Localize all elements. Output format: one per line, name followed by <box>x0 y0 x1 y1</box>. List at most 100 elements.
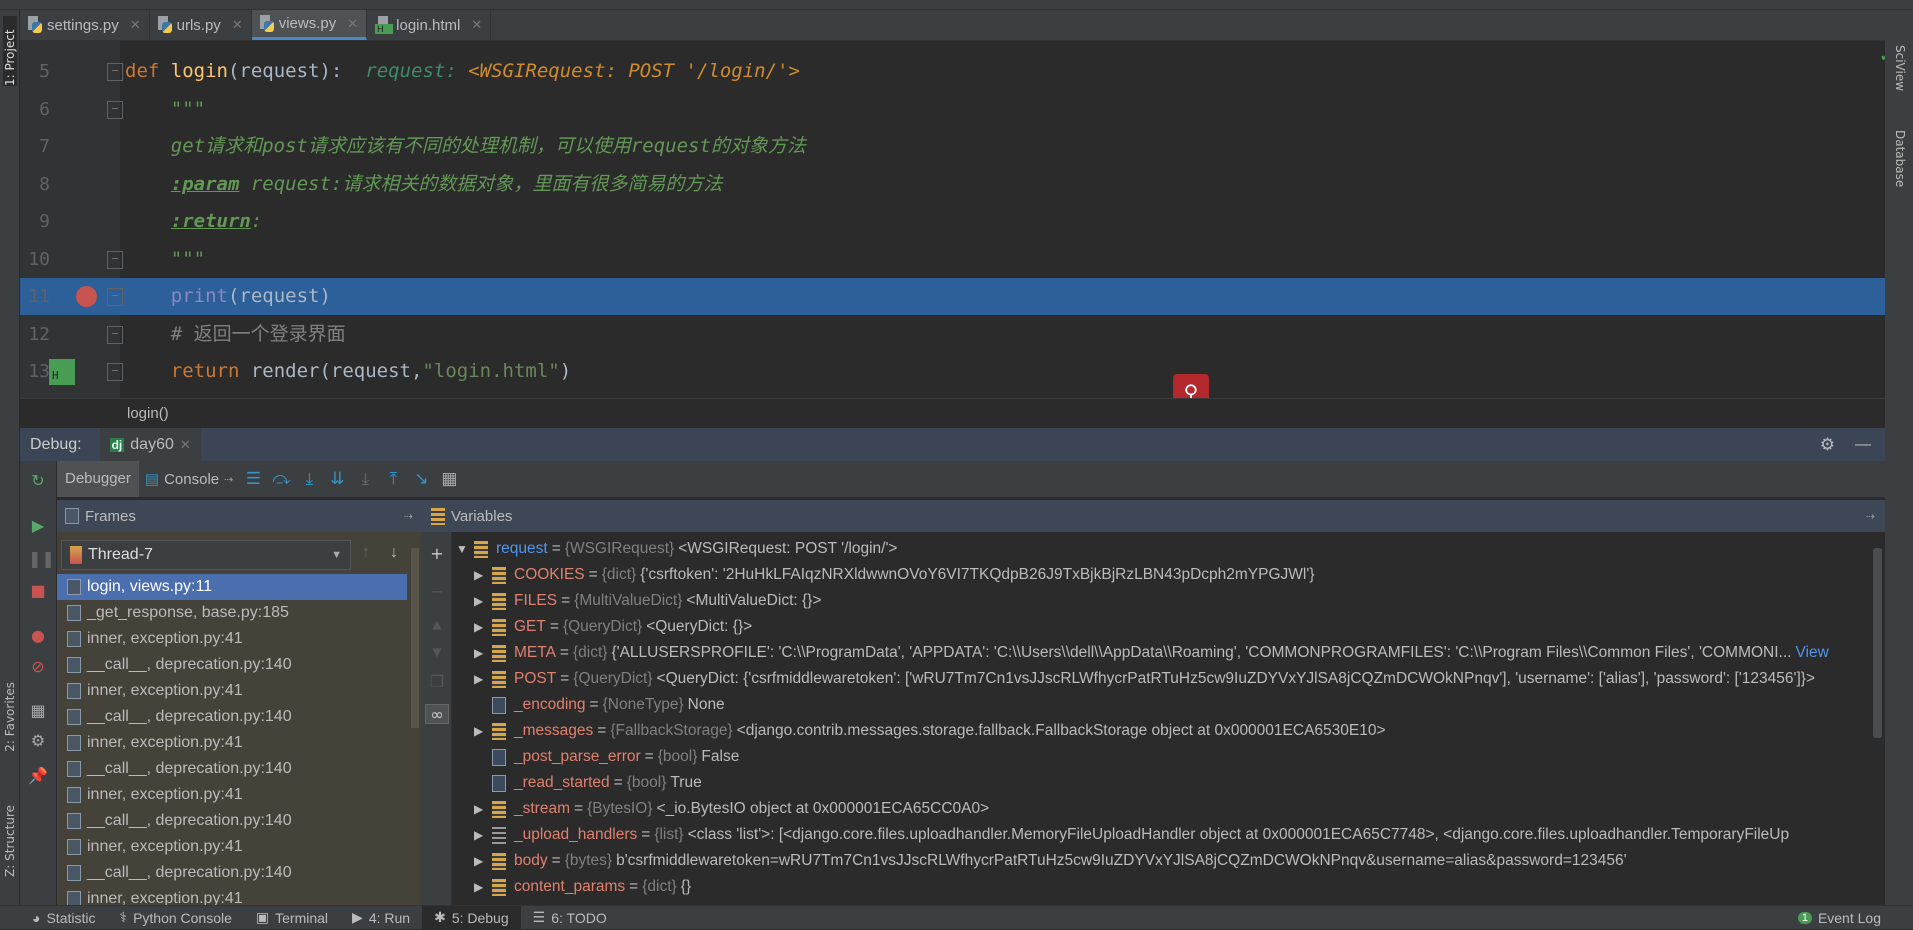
remove-watch-icon[interactable]: − <box>427 582 447 602</box>
fold-marker-icon[interactable]: − <box>107 100 123 119</box>
pin-tab-icon[interactable]: ⇢ <box>224 473 233 486</box>
tab-views-py[interactable]: views.py ✕ <box>251 10 368 40</box>
structure-tool-button[interactable]: Z: Structure <box>3 805 17 877</box>
variable-row[interactable]: ▶ META = {dict} {'ALLUSERSPROFILE': 'C:\\Pro… <box>474 640 1829 666</box>
mute-breakpoints-icon[interactable]: ⊘ <box>28 657 48 677</box>
expand-arrow-icon[interactable]: ▶ <box>474 646 488 660</box>
breadcrumb[interactable]: login() <box>20 398 1885 428</box>
collapse-arrow-icon[interactable]: ▼ <box>456 542 470 556</box>
pin-icon[interactable]: ⇢ <box>404 510 413 523</box>
move-up-icon[interactable]: ▲ <box>427 614 447 634</box>
event-log-button[interactable]: 1 Event Log <box>1786 906 1893 930</box>
project-tool-button[interactable]: 1: Project <box>3 16 17 86</box>
close-icon[interactable]: ✕ <box>180 437 191 453</box>
pin-icon[interactable]: ⇢ <box>1866 510 1875 523</box>
breakpoint-icon[interactable] <box>76 286 97 307</box>
frame-item[interactable]: __call__, deprecation.py:140 <box>57 860 407 886</box>
minimize-icon[interactable]: — <box>1855 436 1871 454</box>
expand-arrow-icon[interactable]: ▶ <box>474 724 488 738</box>
code-editor[interactable]: ✔ 5−def login(request): request: <WSGIRe… <box>20 41 1885 398</box>
frames-scrollbar[interactable] <box>411 548 419 728</box>
variable-row[interactable]: _post_parse_error = {bool} False <box>474 744 739 770</box>
step-over-icon[interactable]: ⤼ <box>270 469 292 489</box>
layout-icon[interactable]: ▦ <box>28 701 48 721</box>
tab-debugger[interactable]: Debugger <box>57 461 139 497</box>
frame-item[interactable]: inner, exception.py:41 <box>57 834 407 860</box>
variable-row[interactable]: ▶ COOKIES = {dict} {'csrftoken': '2HuHkLFAIq… <box>474 562 1315 588</box>
close-tab-icon[interactable]: ✕ <box>471 17 482 33</box>
tab-console[interactable]: ▤ Console ⇢ <box>139 470 239 489</box>
evaluate-expression-icon[interactable]: ▦ <box>438 469 460 489</box>
fold-marker-icon[interactable]: − <box>107 363 123 381</box>
expand-arrow-icon[interactable]: ▶ <box>474 568 488 582</box>
run-to-cursor-icon[interactable]: ↘ <box>410 469 432 489</box>
step-out-icon[interactable]: ⤒ <box>382 469 404 489</box>
frame-item[interactable]: __call__, deprecation.py:140 <box>57 808 407 834</box>
show-execution-point-icon[interactable]: ☰ <box>242 469 264 489</box>
variable-row[interactable]: _read_started = {bool} True <box>474 770 702 796</box>
step-into-my-code-icon[interactable]: ⇊ <box>326 469 348 489</box>
frame-item[interactable]: __call__, deprecation.py:140 <box>57 704 407 730</box>
frame-item[interactable]: inner, exception.py:41 <box>57 678 407 704</box>
variable-row[interactable]: ▶ POST = {QueryDict} <QueryDict: {'csrfmiddl… <box>474 666 1815 692</box>
bottom-tab--debug[interactable]: ✱ 5: Debug <box>422 905 521 930</box>
force-step-into-icon[interactable]: ⤓ <box>354 469 376 489</box>
add-watch-icon[interactable]: + <box>427 544 447 564</box>
favorites-tool-button[interactable]: 2: Favorites <box>3 682 17 752</box>
frame-item[interactable]: inner, exception.py:41 <box>57 886 407 905</box>
expand-arrow-icon[interactable]: ▶ <box>474 594 488 608</box>
variable-row[interactable]: ▶ _messages = {FallbackStorage} <django.cont… <box>474 718 1386 744</box>
expand-arrow-icon[interactable]: ▶ <box>474 672 488 686</box>
step-into-icon[interactable]: ⤓ <box>298 469 320 489</box>
sciview-tool-button[interactable]: SciView <box>1893 45 1907 91</box>
copy-icon[interactable]: ❐ <box>427 672 447 692</box>
bottom-tab--run[interactable]: ▶ 4: Run <box>340 906 422 930</box>
database-tool-button[interactable]: Database <box>1893 130 1907 187</box>
fold-marker-icon[interactable]: − <box>107 250 123 269</box>
frame-item[interactable]: inner, exception.py:41 <box>57 626 407 652</box>
view-breakpoints-icon[interactable]: ● <box>28 626 48 646</box>
tab-urls-py[interactable]: urls.py ✕ <box>150 10 252 40</box>
bottom-tab-statistic[interactable]: ◕ Statistic <box>20 906 107 930</box>
show-watches-icon[interactable]: ∞ <box>425 704 449 724</box>
session-tab[interactable]: dj day60 ✕ <box>99 428 201 461</box>
fold-marker-icon[interactable]: − <box>107 63 123 81</box>
move-down-icon[interactable]: ▼ <box>427 642 447 662</box>
variables-scrollbar[interactable] <box>1873 548 1882 738</box>
frame-item[interactable]: _get_response, base.py:185 <box>57 600 407 626</box>
settings-icon[interactable]: ⚙ <box>28 731 48 751</box>
frame-item[interactable]: __call__, deprecation.py:140 <box>57 652 407 678</box>
variable-row[interactable]: ▶ body = {bytes} b'csrfmiddlewaretoken=wRU7T… <box>474 848 1627 874</box>
resume-icon[interactable]: ▶ <box>28 516 48 536</box>
expand-arrow-icon[interactable]: ▶ <box>474 828 488 842</box>
thread-dropdown[interactable]: Thread-7 ▼ <box>61 540 351 570</box>
variable-row[interactable]: ▼ request = {WSGIRequest} <WSGIRequest: POST… <box>456 536 897 562</box>
bottom-tab-terminal[interactable]: ▣ Terminal <box>244 906 340 930</box>
frame-item[interactable]: inner, exception.py:41 <box>57 730 407 756</box>
tab-login-html[interactable]: login.html ✕ <box>367 10 492 40</box>
frame-item[interactable]: inner, exception.py:41 <box>57 782 407 808</box>
fold-marker-icon[interactable]: − <box>107 325 123 344</box>
expand-arrow-icon[interactable]: ▶ <box>474 620 488 634</box>
frame-item[interactable]: login, views.py:11 <box>57 574 407 600</box>
previous-frame-icon[interactable]: ↑ <box>362 544 370 562</box>
pin-icon[interactable]: 📌 <box>28 766 48 786</box>
view-link[interactable]: View <box>1795 644 1828 662</box>
fold-marker-icon[interactable]: − <box>107 288 123 306</box>
variable-row[interactable]: ▶ _upload_handlers = {list} <class 'list'>: … <box>474 822 1789 848</box>
pause-icon[interactable]: ❚❚ <box>28 549 55 569</box>
close-tab-icon[interactable]: ✕ <box>232 17 243 33</box>
stop-icon[interactable]: ■ <box>28 581 48 601</box>
variable-row[interactable]: ▶ _stream = {BytesIO} <_io.BytesIO object at… <box>474 796 989 822</box>
expand-arrow-icon[interactable]: ▶ <box>474 880 488 894</box>
variable-row[interactable]: ▶ GET = {QueryDict} <QueryDict: {}> <box>474 614 752 640</box>
close-tab-icon[interactable]: ✕ <box>347 16 358 32</box>
variable-row[interactable]: _encoding = {NoneType} None <box>474 692 725 718</box>
close-tab-icon[interactable]: ✕ <box>130 17 141 33</box>
bottom-tab--todo[interactable]: ☰ 6: TODO <box>521 906 619 930</box>
expand-arrow-icon[interactable]: ▶ <box>474 854 488 868</box>
variable-row[interactable]: ▶ FILES = {MultiValueDict} <MultiValueDict: … <box>474 588 821 614</box>
tab-settings-py[interactable]: settings.py ✕ <box>20 10 150 40</box>
next-frame-icon[interactable]: ↓ <box>390 544 398 562</box>
html-gutter-icon[interactable]: H <box>49 359 75 385</box>
